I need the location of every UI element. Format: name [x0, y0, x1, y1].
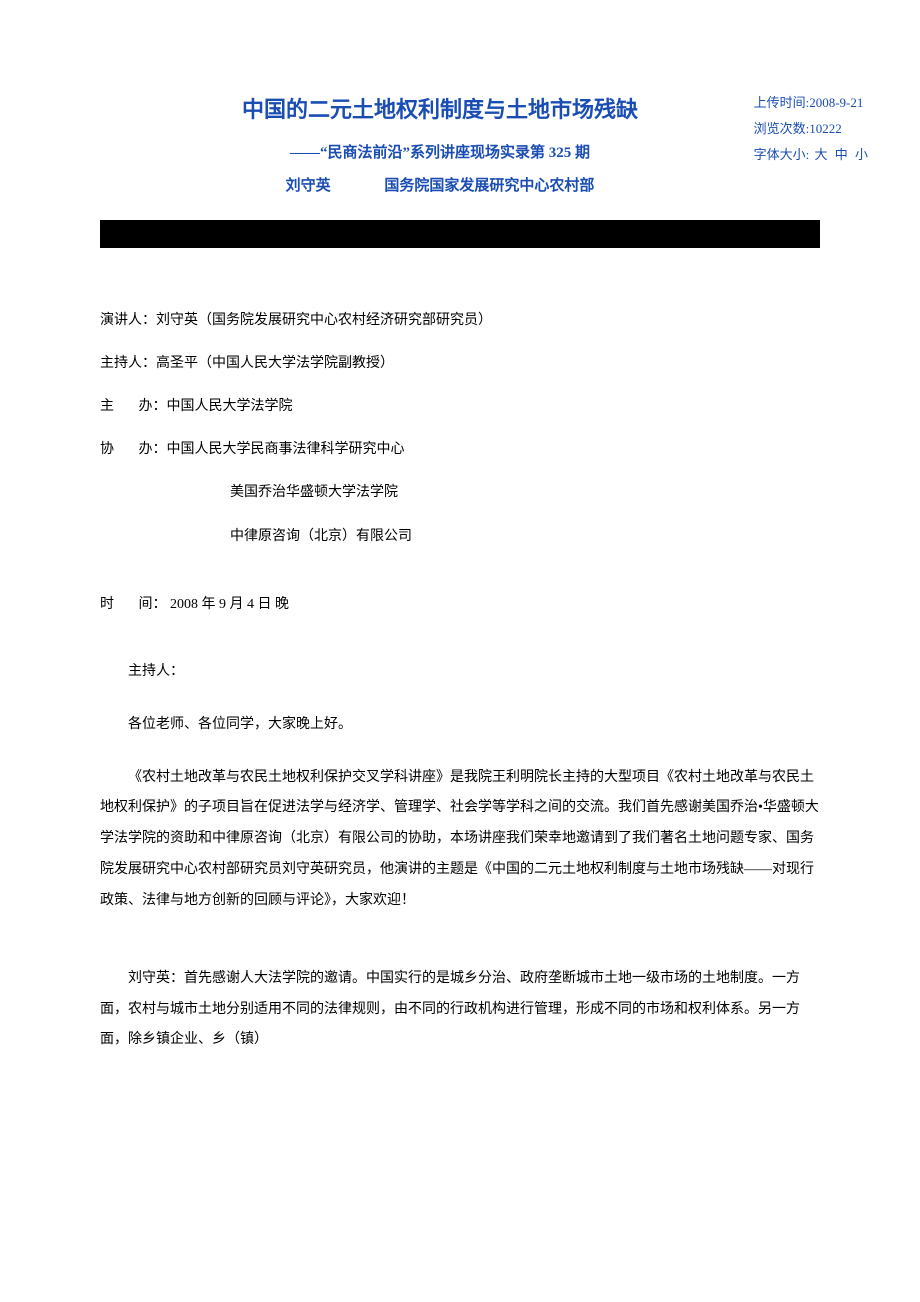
main-title: 中国的二元土地权利制度与土地市场残缺	[100, 90, 780, 130]
author-line: 刘守英 国务院国家发展研究中心农村部	[100, 173, 780, 200]
content-section: 主持人： 各位老师、各位同学，大家晚上好。 《农村土地改革与农民土地权利保护交叉…	[100, 657, 820, 1056]
body-p3: 《农村土地改革与农民土地权利保护交叉学科讲座》是我院王利明院长主持的大型项目《农…	[100, 763, 820, 917]
body-p4: 刘守英：首先感谢人大法学院的邀请。中国实行的是城乡分治、政府垄断城市土地一级市场…	[100, 964, 820, 1056]
host-line: 主持人：高圣平（中国人民大学法学院副教授）	[100, 351, 820, 376]
font-size-large-link[interactable]: 大	[814, 147, 827, 162]
speaker-value: 刘守英（国务院发展研究中心农村经济研究部研究员）	[156, 313, 492, 328]
title-block: 中国的二元土地权利制度与土地市场残缺 ——“民商法前沿”系列讲座现场实录第 32…	[100, 90, 820, 200]
upload-time-label: 上传时间:	[754, 95, 810, 110]
author-affiliation: 国务院国家发展研究中心农村部	[384, 178, 594, 194]
organizer-value: 中国人民大学法学院	[167, 399, 293, 414]
co-organizer-value: 中国人民大学民商事法律科学研究中心	[167, 442, 405, 457]
organizer-label: 主	[100, 399, 114, 414]
organizer-label2: 办：	[139, 399, 167, 414]
subtitle: ——“民商法前沿”系列讲座现场实录第 325 期	[100, 140, 780, 167]
black-bar	[100, 220, 820, 248]
font-size-label: 字体大小:	[754, 147, 810, 162]
co-organizer-label: 协	[100, 442, 114, 457]
meta-info: 上传时间:2008-9-21 浏览次数:10222 字体大小: 大 中 小	[754, 90, 870, 168]
time-value: 2008 年 9 月 4 日 晚	[167, 597, 290, 612]
header-area: 上传时间:2008-9-21 浏览次数:10222 字体大小: 大 中 小 中国…	[100, 90, 820, 200]
time-label: 时	[100, 597, 114, 612]
body-p2: 各位老师、各位同学，大家晚上好。	[100, 710, 820, 741]
views-row: 浏览次数:10222	[754, 116, 870, 142]
views-value: 10222	[809, 121, 842, 136]
time-line: 时 间： 2008 年 9 月 4 日 晚	[100, 592, 820, 617]
speaker-line: 演讲人：刘守英（国务院发展研究中心农村经济研究部研究员）	[100, 308, 820, 333]
co-organizer-line: 协 办：中国人民大学民商事法律科学研究中心	[100, 437, 820, 462]
body-p1: 主持人：	[100, 657, 820, 688]
font-size-small-link[interactable]: 小	[855, 147, 868, 162]
co-organizer-label2: 办：	[139, 442, 167, 457]
upload-time-value: 2008-9-21	[809, 95, 863, 110]
speaker-label: 演讲人：	[100, 313, 156, 328]
host-label: 主持人：	[100, 356, 156, 371]
co-organizer-value2: 美国乔治华盛顿大学法学院	[100, 480, 820, 505]
author-name: 刘守英	[286, 173, 331, 200]
organizer-line: 主 办：中国人民大学法学院	[100, 394, 820, 419]
font-size-row: 字体大小: 大 中 小	[754, 142, 870, 168]
time-label2: 间：	[139, 597, 167, 612]
info-section: 演讲人：刘守英（国务院发展研究中心农村经济研究部研究员） 主持人：高圣平（中国人…	[100, 308, 820, 618]
upload-time-row: 上传时间:2008-9-21	[754, 90, 870, 116]
font-size-medium-link[interactable]: 中	[835, 147, 848, 162]
views-label: 浏览次数:	[754, 121, 810, 136]
co-organizer-value3: 中律原咨询（北京）有限公司	[100, 524, 820, 549]
host-value: 高圣平（中国人民大学法学院副教授）	[156, 356, 394, 371]
